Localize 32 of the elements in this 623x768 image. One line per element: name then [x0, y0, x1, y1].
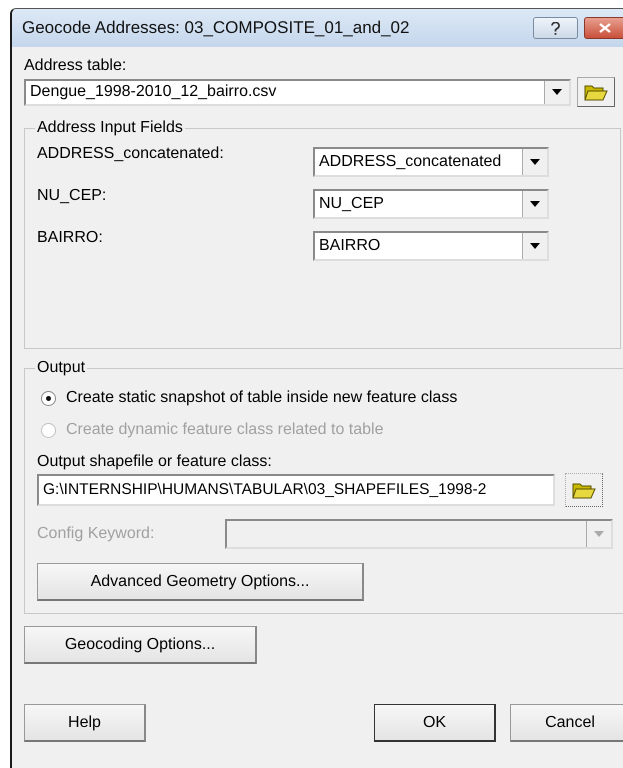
window-title: Geocode Addresses: 03_COMPOSITE_01_and_02 [22, 18, 410, 38]
group-title: Output [36, 359, 86, 377]
radio-button[interactable] [41, 390, 56, 406]
field-label: Config Keyword: [37, 525, 156, 543]
dialog-button[interactable]: Help [24, 704, 146, 742]
dialog-button[interactable]: OK [374, 704, 496, 742]
field-label: NU_CEP: [37, 187, 108, 205]
field-label: Output shapefile or feature class: [37, 453, 272, 470]
field-dropdown[interactable]: BAIRRO [313, 231, 549, 261]
close-icon [599, 23, 611, 33]
field-label: Address table: [24, 57, 128, 75]
dropdown-arrow-icon[interactable] [552, 89, 562, 95]
geocoding-options-button[interactable]: Geocoding Options... [24, 626, 257, 664]
field-dropdown[interactable]: ADDRESS_concatenated [313, 147, 549, 177]
output-path-field[interactable]: G:\INTERNSHIP\HUMANS\TABULAR\03_SHAPEFILES_1998-2 [37, 474, 555, 506]
dropdown-arrow-icon[interactable] [530, 159, 540, 165]
browse-button[interactable] [565, 473, 603, 507]
field-label: BAIRRO: [37, 229, 104, 247]
dialog-button[interactable]: Cancel [510, 704, 623, 742]
advanced-options-button[interactable]: Advanced Geometry Options... [37, 563, 364, 601]
help-icon [551, 22, 560, 34]
field-dropdown[interactable]: NU_CEP [313, 189, 549, 219]
dropdown-arrow-icon[interactable] [530, 243, 540, 249]
group-title: Address Input Fields [36, 119, 184, 137]
radio-option[interactable]: Create static snapshot of table inside new feature class [41, 389, 613, 407]
dropdown-arrow-icon[interactable] [530, 201, 540, 207]
close-button[interactable] [584, 17, 623, 39]
radio-option: Create dynamic feature class related to table [41, 421, 613, 439]
address-table-dropdown[interactable]: Dengue_1998-2010_12_bairro.csv [24, 78, 571, 106]
field-label: ADDRESS_concatenated: [37, 145, 225, 163]
help-button[interactable] [533, 17, 578, 39]
browse-button[interactable] [577, 77, 615, 107]
